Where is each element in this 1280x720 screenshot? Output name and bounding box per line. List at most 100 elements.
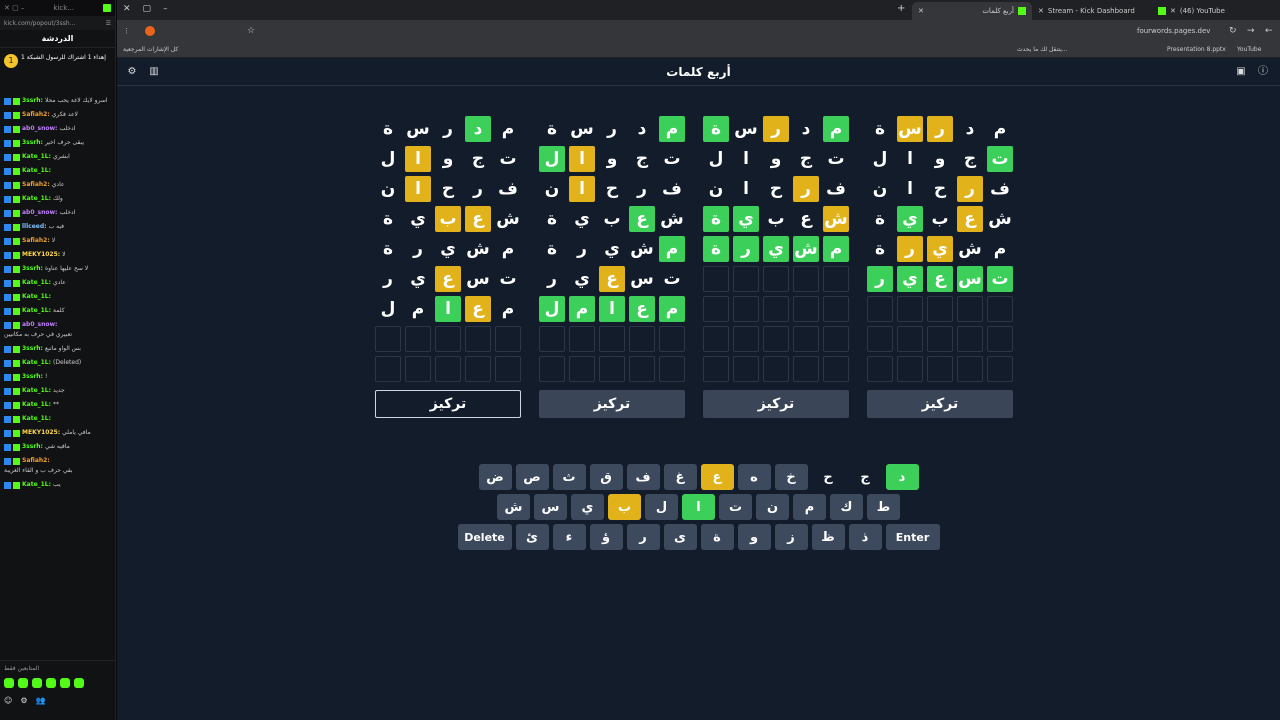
close-icon[interactable]: ✕ [123,4,131,14]
bookmark-youtube[interactable]: YouTube [1237,46,1261,53]
letter-key[interactable]: ه [737,464,771,490]
letter-key[interactable]: ئ [515,524,549,550]
chat-username[interactable]: Safiah2: [22,457,50,465]
settings-icon[interactable]: ⚙ [20,696,27,705]
letter-key[interactable]: ط [867,494,900,520]
letter-key[interactable]: م [793,494,826,520]
window-controls[interactable]: ✕ ▢ – [4,4,24,12]
window-controls[interactable]: ✕ ▢ – [123,4,168,14]
bookmark-all[interactable]: كل الإشارات المرجعية [123,46,178,53]
emote-icon[interactable] [46,678,56,688]
close-icon[interactable]: ✕ [1038,7,1044,15]
chat-username[interactable]: 3ssrh: [22,373,43,381]
chat-username[interactable]: Kate_1L: [22,415,51,423]
focus-button[interactable]: تركيز [539,390,685,418]
letter-key[interactable]: ق [589,464,623,490]
chat-username[interactable]: Kate_1L: [22,387,51,395]
new-tab-button[interactable]: + [897,3,905,14]
chat-username[interactable]: Kate_1L: [22,481,51,489]
maximize-icon[interactable]: ▢ [143,4,152,14]
info-icon[interactable]: ⓘ [1257,66,1269,78]
chat-username[interactable]: Kate_1L: [22,167,51,175]
users-icon[interactable]: 👥 [36,696,46,705]
chat-username[interactable]: ab0_snow: [22,321,57,329]
chat-username[interactable]: Safiah2: [22,111,50,119]
chat-username[interactable]: ab0_snow: [22,209,57,217]
bookmark-x[interactable]: يتنقل لك ما يحدث... [1017,46,1068,53]
focus-button[interactable]: تركيز [375,390,521,418]
chat-username[interactable]: Kate_1L: [22,153,51,161]
emoji-icon[interactable]: ☺ [4,696,12,705]
letter-key[interactable]: س [534,494,567,520]
chat-username[interactable]: MEKY1025: [22,429,60,437]
letter-key[interactable]: ا [682,494,715,520]
url-text[interactable]: fourwords.pages.dev [1137,27,1210,35]
chat-username[interactable]: Kate_1L: [22,401,51,409]
letter-key[interactable]: و [737,524,771,550]
tab-kick-dashboard[interactable]: ✕ Stream - Kick Dashboard [1032,2,1152,20]
chat-url-bar[interactable]: kick.com/popout/3ssh... ☰ [0,16,115,30]
letter-key[interactable]: ز [774,524,808,550]
extension-icon[interactable] [145,26,155,36]
reload-icon[interactable]: ↻ [1229,26,1237,36]
emote-icon[interactable] [18,678,28,688]
letter-key[interactable]: ع [700,464,734,490]
chat-username[interactable]: Kate_1L: [22,279,51,287]
chat-username[interactable]: lllceed: [22,223,47,231]
letter-key[interactable]: ش [497,494,530,520]
minimize-icon[interactable]: – [163,4,168,14]
letter-key[interactable]: ح [812,464,845,490]
tab-fourwords[interactable]: ✕ أربع كلمات [912,2,1032,20]
menu-icon[interactable]: ⋮ [123,27,130,35]
letter-key[interactable]: ف [626,464,660,490]
letter-key[interactable]: ل [645,494,678,520]
letter-key[interactable]: ؤ [589,524,623,550]
letter-key[interactable]: ذ [848,524,882,550]
chat-username[interactable]: Kate_1L: [22,359,51,367]
letter-key[interactable]: ص [515,464,549,490]
letter-key[interactable]: ي [571,494,604,520]
letter-key[interactable]: د [885,464,919,490]
chat-username[interactable]: 3ssrh: [22,443,43,451]
letter-key[interactable]: ر [626,524,660,550]
chat-username[interactable]: Kate_1L: [22,293,51,301]
bookmark-star-icon[interactable]: ☆ [247,26,255,36]
enter-key[interactable]: Enter [885,524,940,550]
emote-icon[interactable] [4,678,14,688]
letter-key[interactable]: ك [830,494,863,520]
chat-username[interactable]: Safiah2: [22,237,50,245]
emote-icon[interactable] [74,678,84,688]
letter-key[interactable]: ت [719,494,752,520]
chat-username[interactable]: Kate_1L: [22,307,51,315]
chat-username[interactable]: Safiah2: [22,181,50,189]
letter-key[interactable]: ض [478,464,512,490]
letter-key[interactable]: ث [552,464,586,490]
chat-username[interactable]: MEKY1025: [22,251,60,259]
letter-key[interactable]: ج [849,464,882,490]
tab-youtube[interactable]: ✕ (46) YouTube [1152,2,1270,20]
calendar-icon[interactable]: ▣ [1235,66,1247,78]
close-icon[interactable]: ✕ [918,7,924,15]
chat-username[interactable]: Kate_1L: [22,195,51,203]
chat-username[interactable]: 3ssrh: [22,97,43,105]
letter-key[interactable]: ء [552,524,586,550]
delete-key[interactable]: Delete [457,524,512,550]
bookmark-presentation[interactable]: Presentation 8.pptx [1167,46,1226,53]
chat-username[interactable]: ab0_snow: [22,125,57,133]
emote-icon[interactable] [32,678,42,688]
letter-key[interactable]: ى [663,524,697,550]
letter-key[interactable]: غ [663,464,697,490]
menu-icon[interactable]: ☰ [106,20,111,27]
emote-icon[interactable] [60,678,70,688]
chat-username[interactable]: 3ssrh: [22,265,43,273]
chat-username[interactable]: 3ssrh: [22,345,43,353]
letter-key[interactable]: ظ [811,524,845,550]
letter-key[interactable]: ن [756,494,789,520]
forward-icon[interactable]: → [1247,26,1255,36]
close-icon[interactable]: ✕ [1170,7,1176,15]
emote-bar[interactable] [0,676,115,690]
focus-button[interactable]: تركيز [867,390,1013,418]
chat-username[interactable]: 3ssrh: [22,139,43,147]
letter-key[interactable]: ب [608,494,641,520]
focus-button[interactable]: تركيز [703,390,849,418]
